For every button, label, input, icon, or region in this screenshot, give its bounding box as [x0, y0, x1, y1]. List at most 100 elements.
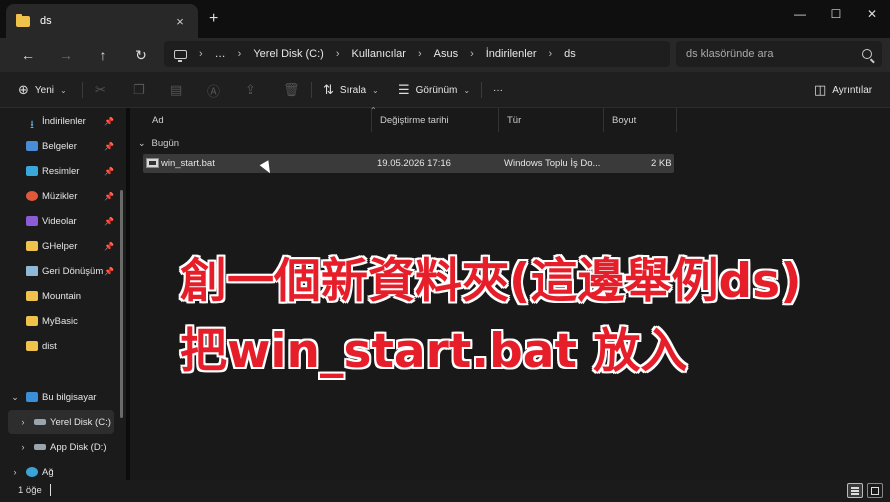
- copy-button[interactable]: ❐: [133, 81, 151, 99]
- view-label: Görünüm: [415, 84, 458, 96]
- chevron-down-icon: ⌄: [372, 85, 379, 95]
- rename-button[interactable]: Ⓐ: [207, 81, 226, 99]
- paste-icon: ▤: [170, 82, 183, 97]
- column-header-name[interactable]: Ad: [144, 108, 372, 132]
- chevron-down-icon[interactable]: ⌄: [10, 392, 20, 403]
- navigation-bar: ← → ↑ ↻ › … › Yerel Disk (C:) › Kullanıc…: [0, 38, 890, 72]
- breadcrumb-asus[interactable]: Asus: [434, 48, 458, 60]
- pictures-icon: [26, 166, 38, 176]
- sidebar-item-documents[interactable]: Belgeler 📌: [0, 134, 118, 158]
- column-header-size[interactable]: Boyut: [604, 108, 677, 132]
- large-icons-view-button[interactable]: [867, 483, 883, 498]
- drive-icon: [34, 444, 46, 450]
- view-button[interactable]: ☰ Görünüm ⌄: [398, 81, 470, 99]
- search-input[interactable]: ds klasöründe ara: [686, 48, 862, 60]
- navigation-pane: ⭳ İndirilenler 📌 Belgeler 📌 Resimler 📌 M…: [0, 108, 126, 480]
- pin-icon: 📌: [104, 116, 114, 126]
- sort-label: Sırala: [339, 84, 367, 96]
- details-pane-button[interactable]: ◫ Ayrıntılar: [814, 81, 872, 99]
- command-bar: ⊕ Yeni ⌄ ✂ ❐ ▤ Ⓐ ⇪ 🗑 ⇅ Sırala ⌄ ☰ Görünü…: [0, 72, 890, 108]
- computer-icon: [26, 392, 38, 402]
- share-icon: ⇪: [245, 82, 256, 97]
- chevron-right-icon[interactable]: ›: [18, 442, 28, 452]
- overlay-caption-line2: 把win_start.bat 放入: [180, 324, 688, 379]
- pin-icon: 📌: [104, 191, 114, 201]
- music-icon: [26, 191, 38, 201]
- details-view-button[interactable]: [847, 483, 863, 498]
- sidebar-item-downloads[interactable]: ⭳ İndirilenler 📌: [0, 109, 118, 133]
- sidebar-item-mybasic[interactable]: MyBasic: [0, 309, 118, 333]
- file-modified: 19.05.2026 17:16: [377, 158, 451, 169]
- sidebar-item-drive-c[interactable]: › Yerel Disk (C:): [8, 410, 114, 434]
- more-options-button[interactable]: ···: [493, 81, 503, 99]
- pin-icon: 📌: [104, 216, 114, 226]
- folder-icon: [26, 241, 38, 251]
- breadcrumb-users[interactable]: Kullanıcılar: [352, 48, 406, 60]
- delete-icon: 🗑: [283, 82, 300, 97]
- tab-ds[interactable]: ds ×: [6, 4, 198, 38]
- paste-button[interactable]: ▤: [170, 81, 188, 99]
- more-icon: ···: [493, 84, 503, 96]
- up-button[interactable]: ↑: [91, 44, 115, 66]
- details-pane-icon: ◫: [814, 82, 827, 97]
- window-controls: — ☐ ✕: [782, 0, 890, 30]
- chevron-down-icon: ⌄: [138, 138, 146, 148]
- file-type: Windows Toplu İş Do...: [504, 158, 601, 169]
- file-row[interactable]: win_start.bat 19.05.2026 17:16 Windows T…: [143, 154, 674, 173]
- view-icon: ☰: [398, 82, 410, 97]
- delete-button[interactable]: 🗑: [283, 81, 306, 99]
- search-box[interactable]: ds klasöründe ara: [676, 41, 882, 67]
- sidebar-item-ghelper[interactable]: GHelper 📌: [0, 234, 118, 258]
- sidebar-item-mountain[interactable]: Mountain: [0, 284, 118, 308]
- network-icon: [26, 467, 38, 477]
- folder-icon: [16, 13, 30, 27]
- address-bar[interactable]: › … › Yerel Disk (C:) › Kullanıcılar › A…: [164, 41, 670, 67]
- breadcrumb-downloads[interactable]: İndirilenler: [486, 48, 537, 60]
- chevron-right-icon[interactable]: ›: [18, 417, 28, 427]
- new-tab-button[interactable]: +: [209, 10, 218, 28]
- download-icon: ⭳: [30, 119, 34, 131]
- batch-file-icon: [146, 158, 159, 168]
- share-button[interactable]: ⇪: [245, 81, 262, 99]
- minimize-button[interactable]: —: [782, 0, 818, 30]
- text-cursor: [50, 484, 51, 496]
- column-header-type[interactable]: Tür: [499, 108, 604, 132]
- sidebar-scrollbar[interactable]: [120, 190, 123, 418]
- maximize-button[interactable]: ☐: [818, 0, 854, 30]
- forward-button[interactable]: →: [54, 44, 78, 66]
- sidebar-item-videos[interactable]: Videolar 📌: [0, 209, 118, 233]
- documents-icon: [26, 141, 38, 151]
- search-icon: [862, 49, 872, 59]
- address-more-button[interactable]: …: [215, 48, 226, 60]
- sidebar-item-music[interactable]: Müzikler 📌: [0, 184, 118, 208]
- sidebar-item-pictures[interactable]: Resimler 📌: [0, 159, 118, 183]
- sort-button[interactable]: ⇅ Sırala ⌄: [323, 81, 379, 99]
- breadcrumb-drive[interactable]: Yerel Disk (C:): [253, 48, 324, 60]
- status-bar: 1 öğe: [0, 480, 890, 502]
- overlay-caption-line1: 創一個新資料夾(這邊舉例ds): [180, 254, 802, 309]
- column-header-modified[interactable]: Değiştirme tarihi: [372, 108, 499, 132]
- sidebar-item-this-pc[interactable]: ⌄ Bu bilgisayar: [0, 385, 118, 409]
- pin-icon: 📌: [104, 166, 114, 176]
- refresh-button[interactable]: ↻: [129, 44, 153, 66]
- computer-icon: [174, 49, 187, 62]
- copy-icon: ❐: [133, 82, 145, 97]
- sort-icon: ⇅: [323, 82, 334, 97]
- chevron-down-icon: ⌄: [463, 85, 471, 95]
- title-bar: ds × + — ☐ ✕: [0, 0, 890, 38]
- sidebar-item-drive-d[interactable]: › App Disk (D:): [0, 435, 118, 459]
- new-button[interactable]: ⊕ Yeni ⌄: [18, 81, 67, 99]
- videos-icon: [26, 216, 38, 226]
- back-button[interactable]: ←: [16, 44, 40, 66]
- breadcrumb-ds[interactable]: ds: [564, 48, 576, 60]
- folder-icon: [26, 291, 38, 301]
- sidebar-item-dist[interactable]: dist: [0, 334, 118, 358]
- new-label: Yeni: [34, 84, 55, 96]
- chevron-right-icon[interactable]: ›: [10, 467, 20, 477]
- sidebar-item-recycle-bin[interactable]: Geri Dönüşüm 📌: [0, 259, 118, 283]
- cut-button[interactable]: ✂: [95, 81, 112, 99]
- rename-icon: Ⓐ: [207, 83, 221, 99]
- close-window-button[interactable]: ✕: [854, 0, 890, 30]
- tab-close-icon[interactable]: ×: [172, 14, 188, 29]
- group-header-today[interactable]: ⌄ Bugün: [138, 138, 179, 149]
